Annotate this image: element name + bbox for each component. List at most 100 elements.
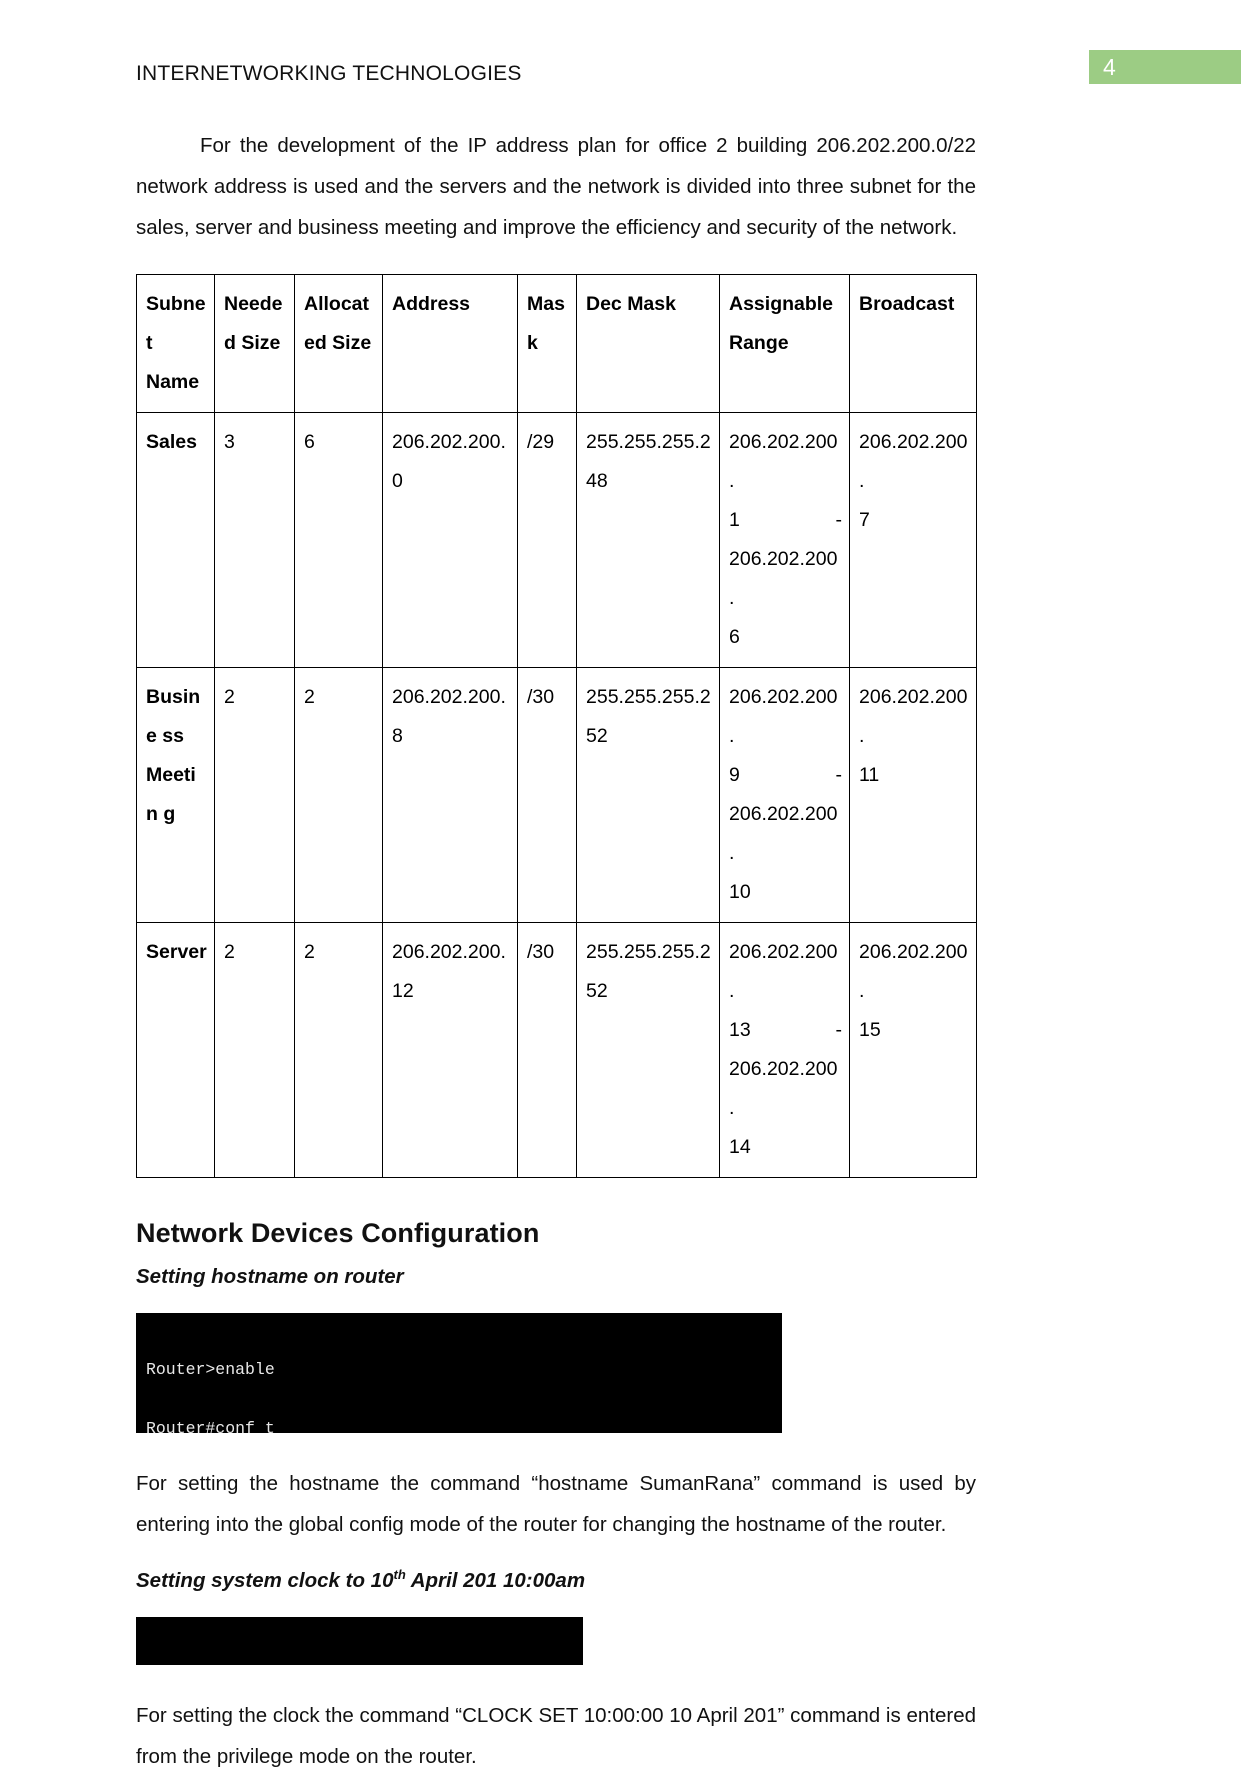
column-header-subnet-name: Subnet Name [136,274,215,413]
sub-heading-system-clock: Setting system clock to 10th April 201 1… [136,1567,976,1593]
cell-dec-mask-line-2: 52 [586,980,608,1002]
document-header-title: INTERNETWORKING TECHNOLOGIES [136,62,522,85]
table-row: Busine ss Meetin g 2 2 206.202.200. 8 /3… [136,667,977,923]
cell-dec-mask-line-1: 255.255.255.2 [586,686,711,708]
table-row: Server 2 2 206.202.200. 12 /30 255.255.2… [136,922,977,1178]
cell-broadcast: 206.202.200. 7 [849,412,977,668]
column-header-address: Address [382,274,518,413]
cell-address-line-2: 12 [392,980,414,1002]
cell-address-line-1: 206.202.200. [392,686,506,708]
range-line-2: 9 - [729,756,842,795]
hostname-explanation-paragraph: For setting the hostname the command “ho… [136,1472,976,1536]
cell-assignable-range: 206.202.200. 13 - 206.202.200. 14 [719,922,850,1178]
range-line-3: 206.202.200. [729,1058,838,1119]
range-end-value: 14 [729,1136,751,1158]
cell-address-line-2: 8 [392,725,403,747]
cell-assignable-range: 206.202.200. 1 - 206.202.200. 6 [719,412,850,668]
table-row: Sales 3 6 206.202.200. 0 /29 255.255.255… [136,412,977,668]
range-line-1: 206.202.200. [729,431,838,492]
cell-needed-size: 3 [214,412,295,668]
column-header-mask: Mas k [517,274,577,413]
cell-dec-mask-line-1: 255.255.255.2 [586,431,711,453]
range-line-2: 1 - [729,501,842,540]
page-header: INTERNETWORKING TECHNOLOGIES 4 [0,0,1241,110]
range-dash: - [835,509,843,531]
cell-needed-size: 2 [214,667,295,923]
cell-address: 206.202.200. 12 [382,922,518,1178]
sub-heading-clock-ordinal: th [393,1567,406,1583]
column-header-needed-size: Neede d Size [214,274,295,413]
cell-subnet-name: Busine ss Meetin g [136,667,215,923]
range-start-value: 1 [729,509,740,531]
range-line-2: 13 - [729,1011,842,1050]
cell-dec-mask-line-2: 52 [586,725,608,747]
cell-allocated-size: 2 [294,667,383,923]
range-end-value: 10 [729,881,751,903]
cell-subnet-name: Sales [136,412,215,668]
terminal-screenshot-hostname: Router>enable Router#conf t Enter config… [136,1313,782,1433]
sub-heading-clock-pre: Setting system clock to 10 [136,1569,394,1592]
cell-dec-mask: 255.255.255.2 52 [576,667,720,923]
cell-subnet-name: Server [136,922,215,1178]
cell-dec-mask-line-1: 255.255.255.2 [586,941,711,963]
cell-mask: /29 [517,412,577,668]
cell-address-line-1: 206.202.200. [392,941,506,963]
terminal-line: Router>enable [146,1360,275,1379]
range-dash: - [835,764,843,786]
range-start-value: 9 [729,764,740,786]
cell-allocated-size: 6 [294,412,383,668]
page-number-value: 4 [1103,54,1116,80]
cell-broadcast-line-1: 206.202.200. [859,431,968,492]
cell-broadcast-line-2: 7 [859,509,870,531]
cell-address-line-2: 0 [392,470,403,492]
cell-assignable-range: 206.202.200. 9 - 206.202.200. 10 [719,667,850,923]
terminal-line: SumanRana#CLOCK SET 10:00:00 10 April 20… [146,1664,573,1665]
cell-broadcast-line-1: 206.202.200. [859,686,968,747]
range-line-3: 206.202.200. [729,803,838,864]
cell-broadcast: 206.202.200. 11 [849,667,977,923]
cell-broadcast-line-2: 15 [859,1019,881,1041]
column-header-broadcast: Broadcast [849,274,977,413]
document-content: For the development of the IP address pl… [136,125,977,1777]
table-header-row: Subnet Name Neede d Size Allocat ed Size… [136,274,977,413]
page-title: Network Devices Configuration [136,1218,540,1248]
terminal-screenshot-clock: SumanRana#CLOCK SET 10:00:00 10 April 20… [136,1617,583,1665]
intro-paragraph: For the development of the IP address pl… [136,134,976,239]
cell-broadcast: 206.202.200. 15 [849,922,977,1178]
cell-address: 206.202.200. 0 [382,412,518,668]
subnet-table: Subnet Name Neede d Size Allocat ed Size… [136,274,977,1178]
terminal-line: Router#conf t [146,1418,275,1434]
cell-needed-size: 2 [214,922,295,1178]
cell-dec-mask: 255.255.255.2 48 [576,412,720,668]
cell-broadcast-line-1: 206.202.200. [859,941,968,1002]
range-end-value: 6 [729,626,740,648]
cell-broadcast-line-2: 11 [859,764,880,786]
cell-address: 206.202.200. 8 [382,667,518,923]
range-line-3: 206.202.200. [729,548,838,609]
clock-explanation-paragraph: For setting the clock the command “CLOCK… [136,1704,976,1768]
page-number-badge: 4 [1089,50,1241,84]
column-header-dec-mask: Dec Mask [576,274,720,413]
cell-dec-mask-line-2: 48 [586,470,608,492]
sub-heading-clock-post: April 201 10:00am [405,1569,586,1592]
cell-address-line-1: 206.202.200. [392,431,506,453]
cell-mask: /30 [517,667,577,923]
range-dash: - [835,1019,843,1041]
cell-dec-mask: 255.255.255.2 52 [576,922,720,1178]
range-line-1: 206.202.200. [729,941,838,1002]
document-page: INTERNETWORKING TECHNOLOGIES 4 For the d… [0,0,1241,1768]
cell-mask: /30 [517,922,577,1178]
range-start-value: 13 [729,1019,751,1041]
column-header-assignable-range: Assignable Range [719,274,850,413]
sub-heading-hostname: Setting hostname on router [136,1265,404,1288]
column-header-allocated-size: Allocat ed Size [294,274,383,413]
range-line-1: 206.202.200. [729,686,838,747]
cell-allocated-size: 2 [294,922,383,1178]
